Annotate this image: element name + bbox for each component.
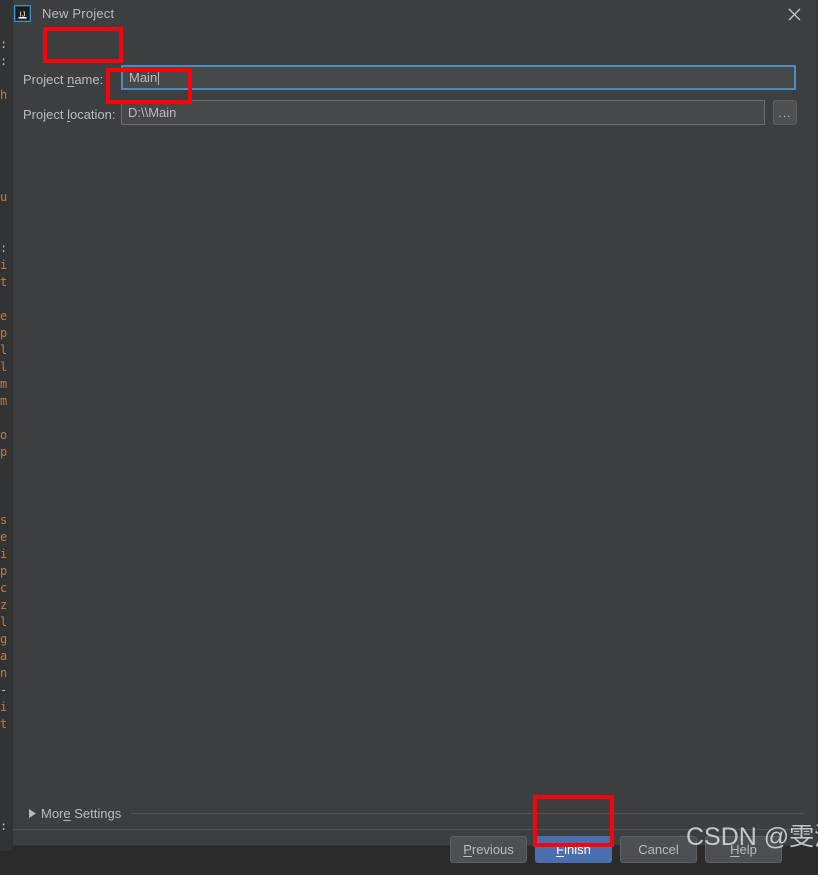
more-settings-label-after: Settings: [70, 805, 122, 821]
finish-button-label: inish: [564, 842, 591, 857]
project-location-label: Project location:: [23, 107, 116, 122]
help-button-mnemonic: H: [730, 842, 740, 857]
project-location-label-after: ocation:: [69, 107, 116, 122]
project-name-label-after: ame:: [74, 72, 104, 87]
separator-rule: [131, 812, 804, 814]
help-button-label: elp: [739, 842, 757, 857]
new-project-dialog: IJ New Project Project name: Main Projec…: [12, 0, 818, 863]
project-name-value: Main: [129, 70, 158, 85]
project-location-input[interactable]: D:\\Main: [121, 100, 765, 125]
text-caret: [158, 70, 160, 85]
dialog-form: Project name: Main Project location: D:\…: [13, 29, 817, 874]
cancel-button-label: Cancel: [638, 842, 679, 857]
dialog-button-bar: Previous Finish Cancel Help: [13, 829, 817, 875]
finish-button[interactable]: Finish: [535, 836, 612, 863]
more-settings-label-mnemonic: e: [63, 805, 71, 821]
cancel-button[interactable]: Cancel: [620, 836, 697, 863]
project-location-value: D:\\Main: [128, 105, 177, 120]
finish-button-mnemonic: F: [556, 842, 565, 857]
project-name-input[interactable]: Main: [121, 65, 796, 90]
ellipsis-icon: ...: [778, 105, 792, 120]
dialog-title: New Project: [42, 6, 115, 21]
editor-code-sliver: ::hu:itepllmmopseipczlgan-it:: [0, 37, 8, 833]
help-button[interactable]: Help: [705, 836, 782, 863]
previous-button-mnemonic: P: [463, 842, 472, 857]
project-location-label-before: Project: [23, 107, 68, 122]
triangle-right-icon: [26, 808, 38, 818]
more-settings-toggle[interactable]: More Settings: [26, 803, 804, 823]
close-icon[interactable]: [771, 0, 817, 29]
previous-button[interactable]: Previous: [450, 836, 527, 863]
more-settings-label: More Settings: [41, 806, 121, 821]
dialog-titlebar: IJ New Project: [13, 0, 817, 29]
project-name-label: Project name:: [23, 72, 103, 87]
more-settings-label-before: Mor: [41, 805, 64, 821]
previous-button-label: revious: [471, 842, 514, 857]
intellij-idea-icon: IJ: [14, 5, 31, 22]
browse-folder-button[interactable]: ...: [773, 100, 797, 125]
project-name-label-before: Project: [23, 72, 68, 87]
